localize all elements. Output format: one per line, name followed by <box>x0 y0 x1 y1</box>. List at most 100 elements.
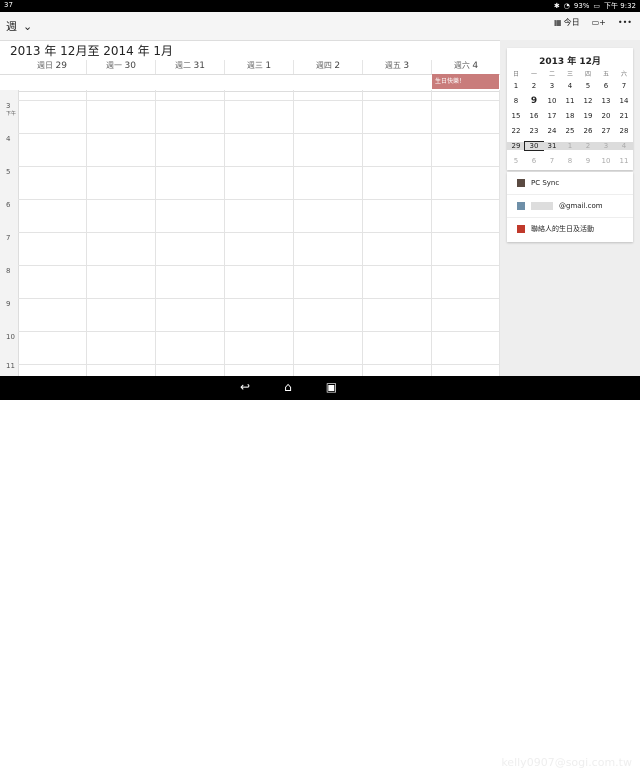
hour-label: 8 <box>6 267 11 275</box>
mini-calendar-day[interactable]: 5 <box>507 157 525 165</box>
mini-calendar-day[interactable]: 4 <box>561 82 579 90</box>
calendar-item[interactable]: PC Sync <box>507 172 633 195</box>
page-title: 2013 年 12月至 2014 年 1月 <box>10 44 174 58</box>
hour-label: 6 <box>6 201 11 209</box>
hour-label: 4 <box>6 135 11 143</box>
recent-apps-icon[interactable]: ▣ <box>326 380 337 394</box>
view-dropdown[interactable]: 週 ⌄ <box>6 18 32 34</box>
mini-calendar-day[interactable]: 10 <box>597 157 615 165</box>
day-name: 週一 <box>106 61 122 70</box>
day-name: 週五 <box>384 61 401 70</box>
color-swatch <box>517 225 525 233</box>
day-number: 4 <box>472 61 479 71</box>
back-icon[interactable]: ↩ <box>240 380 250 394</box>
hour-label: 3 下午 <box>6 102 17 117</box>
all-day-event[interactable]: 生日快樂！ <box>432 74 499 89</box>
mini-calendar-day[interactable]: 1 <box>507 82 525 90</box>
overflow-menu-icon[interactable]: ••• <box>618 18 632 27</box>
calendar-item[interactable]: @gmail.com <box>507 195 633 218</box>
mini-calendar-day[interactable]: 1 <box>561 141 579 150</box>
new-event-icon[interactable]: ▭+ <box>592 18 606 27</box>
day-header[interactable]: 週日 29 <box>18 60 87 74</box>
calendar-item[interactable]: 聯絡人的生日及活動 <box>507 218 633 240</box>
mini-calendar[interactable]: 2013 年 12月 日 一 二 三 四 五 六 1 2 3 4 5 6 7 8 9 10 11 12… <box>507 48 633 170</box>
week-grid[interactable] <box>18 90 500 376</box>
day-number: 2 <box>334 61 341 71</box>
clock: 下午 9:32 <box>604 2 636 10</box>
day-header[interactable]: 週三 1 <box>225 60 294 74</box>
status-left-text: 37 <box>4 1 13 9</box>
mini-calendar-day[interactable]: 17 <box>543 112 561 120</box>
day-header[interactable]: 週二 31 <box>156 60 225 74</box>
day-number: 30 <box>124 61 136 71</box>
mini-calendar-day[interactable]: 20 <box>597 112 615 120</box>
mini-calendar-day[interactable]: 6 <box>525 157 543 165</box>
redacted-email <box>531 202 553 210</box>
watermark-text: kelly0907@sogi.com.tw <box>501 756 632 769</box>
bluetooth-icon: ✱ <box>553 2 560 10</box>
mini-calendar-day[interactable]: 23 <box>525 127 543 135</box>
mini-calendar-day[interactable]: 28 <box>615 127 633 135</box>
today-button[interactable]: ▦ 今日 <box>554 17 580 28</box>
color-swatch <box>517 202 525 210</box>
mini-calendar-day[interactable]: 3 <box>543 82 561 90</box>
mini-calendar-day[interactable]: 5 <box>579 82 597 90</box>
mini-calendar-day[interactable]: 12 <box>579 97 597 105</box>
mini-calendar-day[interactable]: 21 <box>615 112 633 120</box>
mini-calendar-day[interactable]: 29 <box>507 141 525 150</box>
mini-calendar-day[interactable]: 4 <box>615 141 633 150</box>
mini-calendar-day[interactable]: 9 <box>525 96 543 106</box>
mini-calendar-day[interactable]: 9 <box>579 157 597 165</box>
mini-calendar-day[interactable]: 18 <box>561 112 579 120</box>
chevron-down-icon: ⌄ <box>23 19 33 33</box>
mini-calendar-day[interactable]: 8 <box>507 97 525 105</box>
mini-calendar-day[interactable]: 24 <box>543 127 561 135</box>
day-header[interactable]: 週四 2 <box>294 60 363 74</box>
mini-calendar-day[interactable]: 30 <box>524 140 544 151</box>
mini-calendar-day[interactable]: 25 <box>561 127 579 135</box>
mini-calendar-day[interactable]: 13 <box>597 97 615 105</box>
mini-calendar-day[interactable]: 6 <box>597 82 615 90</box>
mini-calendar-day[interactable]: 19 <box>579 112 597 120</box>
hour-label: 5 <box>6 168 11 176</box>
hour-label: 10 <box>6 333 15 341</box>
wifi-icon: ◔ <box>563 2 570 10</box>
today-label: 今日 <box>563 18 580 27</box>
mini-calendar-day[interactable]: 2 <box>579 141 597 150</box>
day-header[interactable]: 週一 30 <box>87 60 156 74</box>
day-header[interactable]: 週六 4 <box>432 60 501 74</box>
mini-calendar-day[interactable]: 7 <box>615 82 633 90</box>
mini-calendar-day[interactable]: 3 <box>597 141 615 150</box>
mini-calendar-day[interactable]: 26 <box>579 127 597 135</box>
mini-calendar-day[interactable]: 31 <box>543 141 561 150</box>
day-name: 週六 <box>453 61 470 70</box>
day-number: 1 <box>265 61 272 71</box>
hour-label: 11 <box>6 362 15 370</box>
calendar-name: PC Sync <box>531 179 560 187</box>
mini-calendar-day[interactable]: 15 <box>507 112 525 120</box>
calendar-name: 聯絡人的生日及活動 <box>531 225 594 233</box>
mini-calendar-day[interactable]: 8 <box>561 157 579 165</box>
mini-calendar-day[interactable]: 16 <box>525 112 543 120</box>
mini-calendar-day[interactable]: 11 <box>615 157 633 165</box>
time-column: 3 下午 4 5 6 7 8 9 10 11 <box>0 90 19 376</box>
mini-calendar-day[interactable]: 10 <box>543 97 561 105</box>
hour-label: 9 <box>6 300 11 308</box>
calendar-list: PC Sync @gmail.com 聯絡人的生日及活動 <box>507 172 633 242</box>
mini-calendar-day[interactable]: 14 <box>615 97 633 105</box>
battery-text: 93% <box>573 2 590 10</box>
calendar-name: @gmail.com <box>559 202 603 210</box>
mini-calendar-grid[interactable]: 1 2 3 4 5 6 7 8 9 10 11 12 13 14 15 16 17 18 19 20 21 22 23 24 2… <box>507 78 633 168</box>
mini-calendar-day[interactable]: 11 <box>561 97 579 105</box>
day-number: 31 <box>193 61 205 71</box>
hour-label: 7 <box>6 234 11 242</box>
mini-calendar-day[interactable]: 27 <box>597 127 615 135</box>
home-icon[interactable]: ⌂ <box>284 380 292 394</box>
mini-calendar-day[interactable]: 7 <box>543 157 561 165</box>
days-header: 週日 29 週一 30 週二 31 週三 1 週四 2 週五 3 週六 4 <box>18 60 501 74</box>
day-header[interactable]: 週五 3 <box>363 60 432 74</box>
mini-calendar-day[interactable]: 22 <box>507 127 525 135</box>
mini-calendar-day[interactable]: 2 <box>525 82 543 90</box>
color-swatch <box>517 179 525 187</box>
day-name: 週三 <box>246 61 263 70</box>
